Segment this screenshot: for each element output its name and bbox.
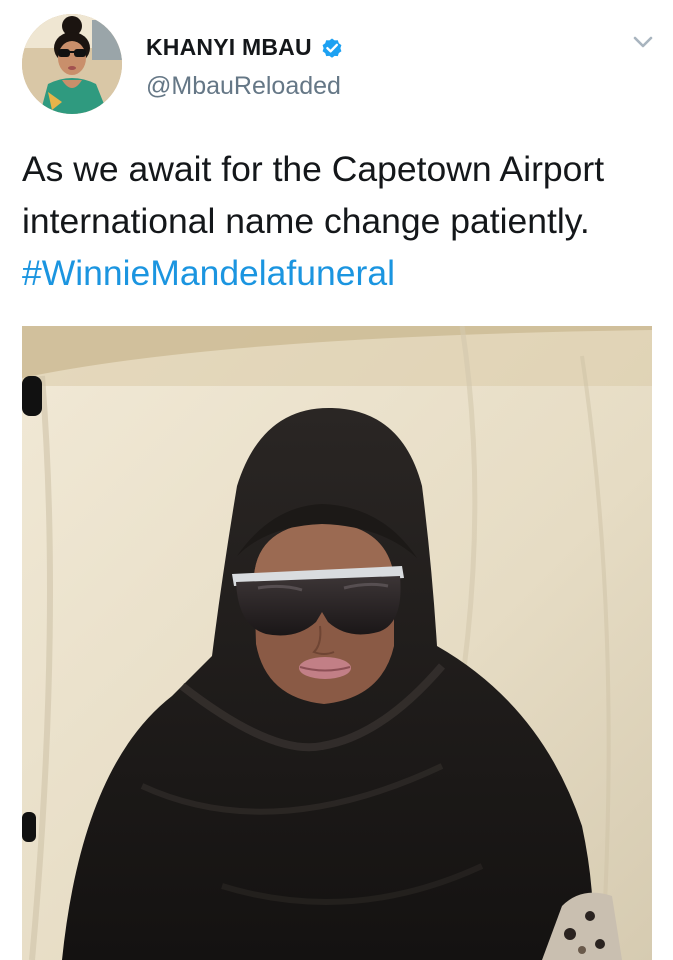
tweet-text-body: As we await for the Capetown Airport int…	[22, 149, 605, 241]
author-name-row[interactable]: KHANYI MBAU	[146, 34, 344, 61]
tweet-media-photo[interactable]	[22, 326, 652, 960]
tweet-text: As we await for the Capetown Airport int…	[22, 143, 662, 299]
tweet-card: KHANYI MBAU @MbauReloaded As we await fo…	[0, 0, 673, 960]
verified-badge-icon	[322, 38, 342, 58]
chevron-down-icon	[633, 36, 653, 48]
avatar[interactable]	[22, 14, 122, 114]
hashtag-link[interactable]: #WinnieMandelafuneral	[22, 253, 395, 293]
author-display-name[interactable]: KHANYI MBAU	[146, 34, 312, 61]
author-handle[interactable]: @MbauReloaded	[146, 72, 341, 101]
photo-image	[22, 326, 652, 960]
tweet-options-button[interactable]	[628, 30, 658, 54]
avatar-image	[22, 14, 122, 114]
